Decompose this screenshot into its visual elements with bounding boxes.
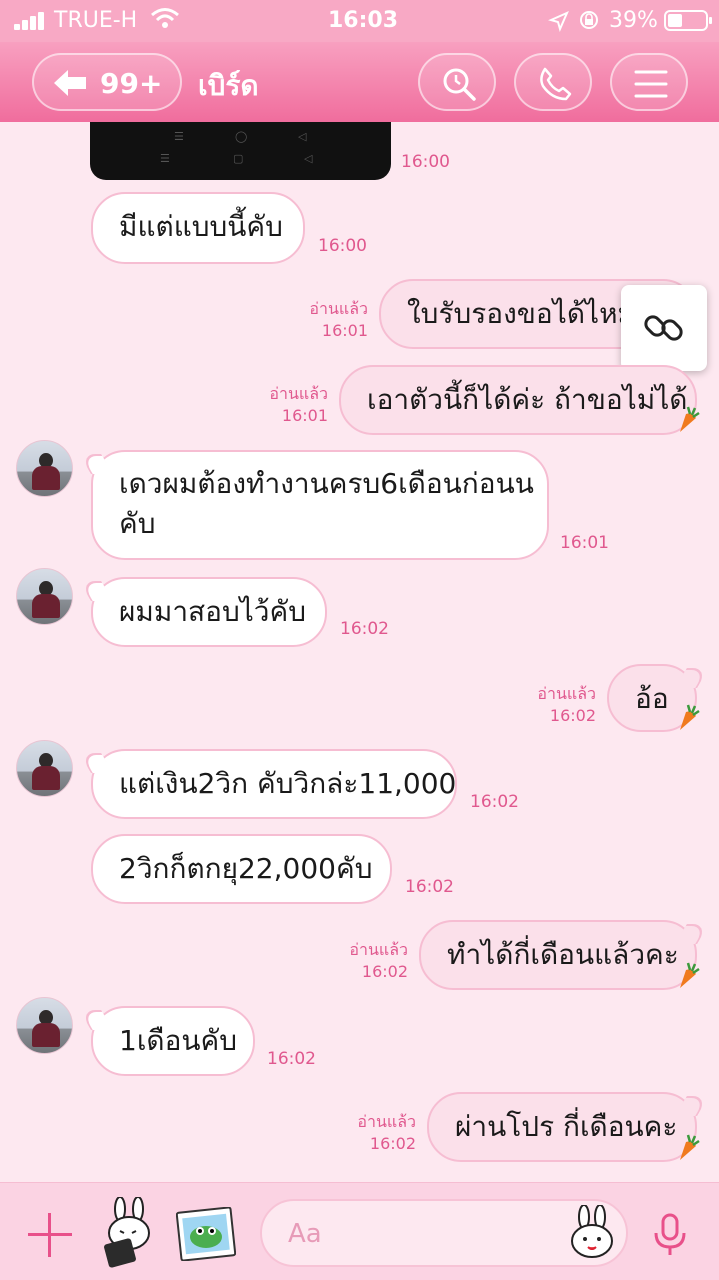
emoji-button[interactable] <box>568 1205 616 1259</box>
rotation-lock-icon <box>580 11 598 29</box>
contact-avatar[interactable] <box>16 568 73 625</box>
sticker-button[interactable] <box>98 1197 162 1269</box>
message-bubble-incoming[interactable]: เดวผมต้องทำงานครบ6เดือนก่อนน คับ <box>79 450 549 560</box>
location-icon <box>548 11 569 32</box>
carrot-sticker-icon <box>680 406 700 432</box>
battery-percent: 39% <box>609 8 658 33</box>
carrier-name: TRUE-H <box>54 8 138 33</box>
message-text: 2วิกก็ตกยุ22,000คับ <box>119 852 373 885</box>
message-text: มีแต่แบบนี้คับ <box>119 210 283 243</box>
message-text: อ้อ <box>635 682 669 715</box>
status-bar: TRUE-H 16:03 39% <box>0 0 719 42</box>
message-input-wrapper <box>260 1199 628 1267</box>
message-text: 1เดือนคับ <box>119 1024 238 1057</box>
contact-avatar[interactable] <box>16 997 73 1054</box>
message-bubble-incoming[interactable]: ผมมาสอบไว้คับ <box>79 577 327 647</box>
read-receipt: อ่านแล้ว 16:01 <box>309 299 368 340</box>
unread-count: 99+ <box>100 67 163 100</box>
menu-button[interactable] <box>610 53 688 111</box>
read-receipt: อ่านแล้ว 16:02 <box>349 940 408 981</box>
back-arrow-icon <box>54 70 86 96</box>
photo-sticker-button[interactable] <box>176 1207 236 1261</box>
contact-avatar[interactable] <box>16 440 73 497</box>
link-icon <box>644 315 683 341</box>
message-bubble-outgoing[interactable]: ผ่านโปร กี่เดือนคะ <box>427 1092 709 1162</box>
phone-icon <box>540 67 572 101</box>
message-input-bar <box>0 1182 719 1280</box>
message-time: 16:02 <box>470 792 519 812</box>
battery-fill <box>668 14 682 27</box>
message-bubble-outgoing[interactable]: ทำได้กี่เดือนแล้วคะ <box>419 920 709 990</box>
message-time: 16:02 <box>405 877 454 897</box>
wifi-icon <box>151 8 179 28</box>
read-receipt: อ่านแล้ว 16:01 <box>269 384 328 425</box>
back-button[interactable]: 99+ <box>32 53 182 111</box>
menu-icon <box>634 70 668 98</box>
message-time: 16:01 <box>560 533 609 553</box>
call-button[interactable] <box>514 53 592 111</box>
signal-icon <box>14 12 46 30</box>
search-button[interactable] <box>418 53 496 111</box>
chat-title: เบิร์ด <box>198 69 259 102</box>
chat-header: 99+ เบิร์ด <box>0 42 719 122</box>
plus-icon[interactable] <box>28 1213 72 1257</box>
message-bubble-incoming[interactable]: 1เดือนคับ <box>79 1006 255 1076</box>
message-bubble-outgoing[interactable]: เอาตัวนี้ก็ได้ค่ะ ถ้าขอไม่ได้ <box>339 365 697 435</box>
carrot-sticker-icon <box>680 962 700 988</box>
message-time: 16:02 <box>267 1049 316 1069</box>
message-bubble-incoming[interactable]: 2วิกก็ตกยุ22,000คับ <box>91 834 392 904</box>
carrot-sticker-icon <box>680 704 700 730</box>
message-text: ผ่านโปร กี่เดือนคะ <box>455 1110 678 1143</box>
carrot-sticker-icon <box>680 1134 700 1160</box>
message-bubble-incoming[interactable]: มีแต่แบบนี้คับ <box>91 192 305 264</box>
message-text: แต่เงิน2วิก คับวิกล่ะ11,000 <box>119 767 457 800</box>
message-time: 16:00 <box>401 152 450 172</box>
clock: 16:03 <box>328 8 399 33</box>
message-bubble-incoming[interactable]: แต่เงิน2วิก คับวิกล่ะ11,000 <box>79 749 457 819</box>
search-icon <box>443 68 476 101</box>
microphone-icon[interactable] <box>652 1213 688 1257</box>
message-text: ทำได้กี่เดือนแล้วคะ <box>447 938 679 971</box>
link-button[interactable] <box>621 285 707 371</box>
read-receipt: อ่านแล้ว 16:02 <box>537 684 596 725</box>
message-time: 16:02 <box>340 619 389 639</box>
image-message[interactable]: ☰ ◯ ◁ ☰ ▢ ◁ <box>90 122 391 180</box>
chat-area[interactable]: ☰ ◯ ◁ ☰ ▢ ◁ 16:00 มีแต่แบบนี้คับ 16:00 อ่านแ… <box>0 122 719 1182</box>
battery-icon <box>664 10 712 31</box>
message-text: เอาตัวนี้ก็ได้ค่ะ ถ้าขอไม่ได้ <box>367 383 688 416</box>
read-receipt: อ่านแล้ว 16:02 <box>357 1112 416 1153</box>
message-text: เดวผมต้องทำงานครบ6เดือนก่อนน คับ <box>119 467 534 540</box>
message-input[interactable] <box>288 1217 548 1251</box>
message-text: ผมมาสอบไว้คับ <box>119 595 307 628</box>
contact-avatar[interactable] <box>16 740 73 797</box>
message-time: 16:00 <box>318 236 367 256</box>
